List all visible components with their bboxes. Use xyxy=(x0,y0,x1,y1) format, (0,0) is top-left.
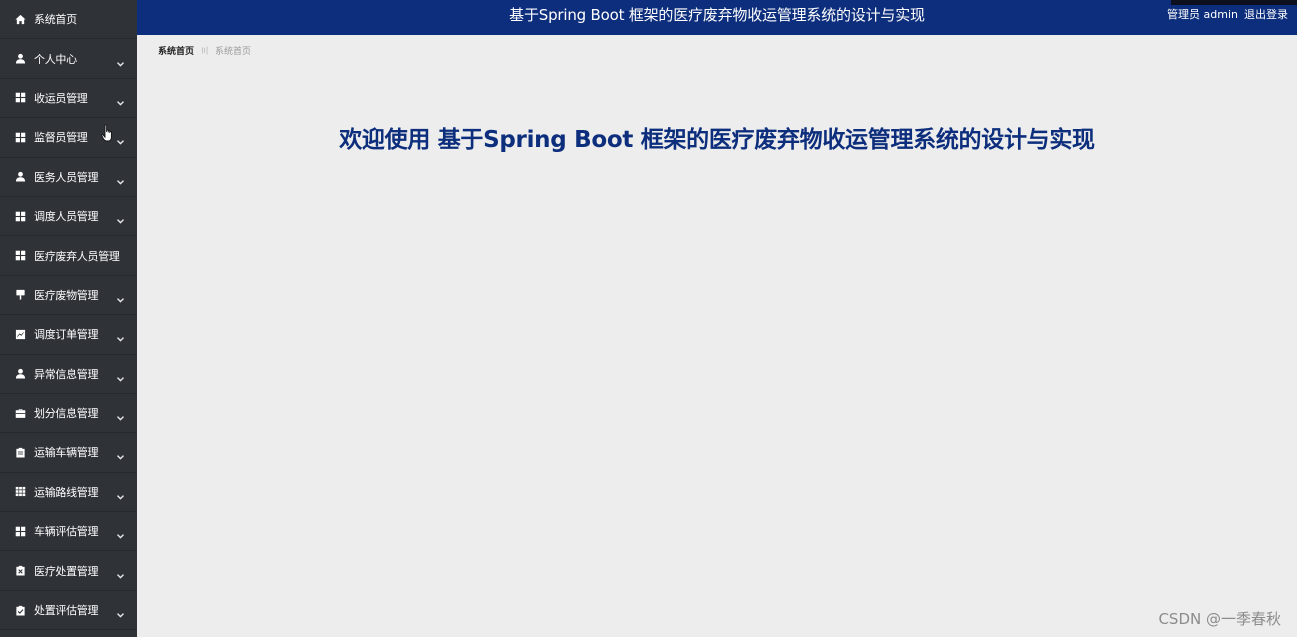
chevron-down-icon[interactable] xyxy=(116,565,125,579)
sidebar-item-label: 异常信息管理 xyxy=(34,367,99,381)
hand-cursor-icon xyxy=(101,124,114,144)
chevron-down-icon[interactable] xyxy=(116,486,125,500)
breadcrumb: 系统首页 〣 系统首页 xyxy=(158,44,251,57)
breadcrumb-current: 系统首页 xyxy=(215,47,252,57)
breadcrumb-separator: 〣 xyxy=(200,47,210,57)
logout-link[interactable]: 退出登录 xyxy=(1244,8,1288,21)
sidebar-item-label: 调度人员管理 xyxy=(34,210,99,224)
sidebar-item-label: 医疗处置管理 xyxy=(34,564,99,578)
briefcase-icon xyxy=(14,407,26,419)
sidebar-item-label: 个人中心 xyxy=(34,52,77,66)
sidebar-item-7[interactable]: 医疗废物管理 xyxy=(0,276,137,316)
sidebar: 系统首页个人中心收运员管理监督员管理医务人员管理 调度人员管理医疗废弃人员管理 医疗… xyxy=(0,0,137,637)
sidebar-item-2[interactable]: 收运员管理 xyxy=(0,79,137,119)
grid-icon xyxy=(14,131,26,143)
chevron-down-icon[interactable] xyxy=(116,171,125,185)
chevron-down-icon[interactable] xyxy=(116,290,125,303)
sidebar-item-label: 监督员管理 xyxy=(34,131,88,145)
grid-icon xyxy=(14,525,26,537)
user-icon xyxy=(14,171,26,183)
chevron-down-icon[interactable] xyxy=(116,211,125,224)
user-icon xyxy=(14,368,26,380)
sidebar-item-label: 医务人员管理 xyxy=(34,170,99,184)
chevron-down-icon[interactable] xyxy=(116,93,125,106)
sidebar-item-label: 划分信息管理 xyxy=(34,407,99,421)
sidebar-item-label: 车辆评估管理 xyxy=(34,525,99,539)
sidebar-item-6[interactable]: 医疗废弃人员管理 xyxy=(0,236,137,276)
sidebar-item-4[interactable]: 医务人员管理 xyxy=(0,158,137,197)
table-icon xyxy=(14,486,26,498)
chevron-down-icon[interactable] xyxy=(116,605,125,618)
sidebar-item-label: 系统首页 xyxy=(34,13,77,27)
sidebar-item-15[interactable]: 处置评估管理 xyxy=(0,591,137,631)
top-header: 基于Spring Boot 框架的医疗废弃物收运管理系统的设计与实现 管理员 a… xyxy=(137,0,1297,35)
sidebar-item-label: 医疗废物管理 xyxy=(34,288,99,302)
sidebar-item-11[interactable]: 运输车辆管理 xyxy=(0,433,137,473)
welcome-heading: 欢迎使用 基于Spring Boot 框架的医疗废弃物收运管理系统的设计与实现 xyxy=(339,127,1095,153)
chevron-down-icon[interactable] xyxy=(116,447,125,461)
clipboard-icon xyxy=(14,446,26,458)
grid-icon xyxy=(14,250,26,262)
sidebar-item-label: 调度订单管理 xyxy=(34,328,99,342)
sidebar-item-label: 运输车辆管理 xyxy=(34,446,99,460)
sidebar-item-13[interactable]: 车辆评估管理 xyxy=(0,512,137,552)
csdn-watermark: CSDN @一季春秋 xyxy=(1158,610,1281,628)
clipboard-check-icon xyxy=(14,604,26,616)
sidebar-item-3[interactable]: 监督员管理 xyxy=(0,118,137,158)
user-icon xyxy=(14,53,26,65)
home-icon xyxy=(14,13,26,25)
current-user: 管理员 admin xyxy=(1167,8,1238,21)
sidebar-item-5[interactable]: 调度人员管理 xyxy=(0,197,137,237)
sidebar-item-1[interactable]: 个人中心 xyxy=(0,39,137,79)
sidebar-item-label: 医疗废弃人员管理 xyxy=(34,249,120,263)
chevron-down-icon[interactable] xyxy=(116,132,125,145)
sidebar-item-12[interactable]: 运输路线管理 xyxy=(0,473,137,513)
chevron-down-icon[interactable] xyxy=(116,53,125,67)
sidebar-item-14[interactable]: 医疗处置管理 xyxy=(0,551,137,591)
chevron-down-icon[interactable] xyxy=(116,368,125,382)
sidebar-item-0[interactable]: 系统首页 xyxy=(0,0,137,40)
chevron-down-icon[interactable] xyxy=(116,408,125,421)
clipboard-x-icon xyxy=(14,565,26,577)
chart-icon xyxy=(14,328,26,340)
app-title: 基于Spring Boot 框架的医疗废弃物收运管理系统的设计与实现 xyxy=(509,6,925,24)
chevron-down-icon[interactable] xyxy=(116,526,125,539)
sidebar-item-8[interactable]: 调度订单管理 xyxy=(0,315,137,355)
grid-icon xyxy=(14,210,26,222)
sidebar-item-label: 收运员管理 xyxy=(34,91,88,105)
flag-icon xyxy=(14,289,26,301)
chevron-down-icon[interactable] xyxy=(116,329,125,342)
breadcrumb-home-link[interactable]: 系统首页 xyxy=(158,44,194,57)
grid-icon xyxy=(14,92,26,104)
header-strip xyxy=(1171,0,1297,5)
sidebar-item-9[interactable]: 异常信息管理 xyxy=(0,355,137,394)
sidebar-item-label: 处置评估管理 xyxy=(34,604,99,618)
sidebar-item-10[interactable]: 划分信息管理 xyxy=(0,394,137,434)
sidebar-item-label: 运输路线管理 xyxy=(34,485,99,499)
